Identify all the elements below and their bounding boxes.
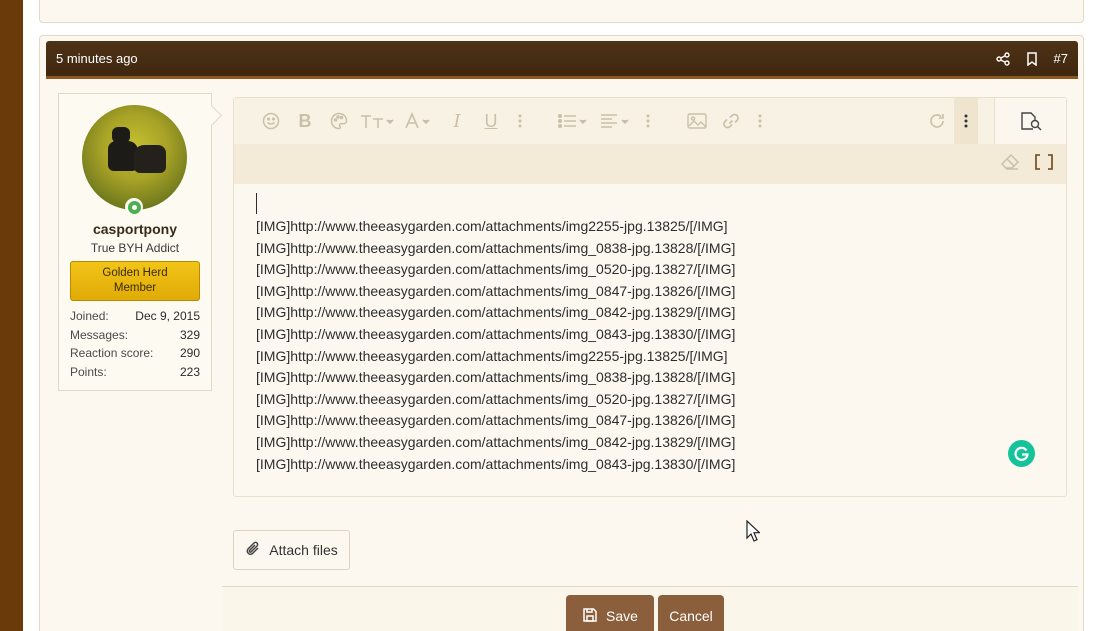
username[interactable]: casportpony — [59, 221, 211, 237]
more-paragraph-options-icon[interactable] — [636, 98, 660, 144]
text-line: [IMG]http://www.theeasygarden.com/attach… — [256, 390, 736, 407]
text-line: [IMG]http://www.theeasygarden.com/attach… — [256, 304, 736, 321]
post-time[interactable]: 5 minutes ago — [56, 51, 996, 66]
more-text-options-icon[interactable] — [508, 98, 532, 144]
italic-icon[interactable]: I — [440, 98, 474, 144]
text-line: [IMG]http://www.theeasygarden.com/attach… — [256, 261, 736, 278]
align-icon[interactable] — [594, 98, 636, 144]
user-card: casportpony True BYH Addict Golden Herd … — [58, 93, 212, 391]
text-line: [IMG]http://www.theeasygarden.com/attach… — [256, 282, 736, 299]
previous-post — [39, 0, 1084, 23]
toggle-bbcode-icon[interactable] — [1034, 153, 1054, 176]
stat-label: Points: — [70, 364, 107, 379]
stat-points: Points: 223 — [70, 363, 200, 382]
stat-value[interactable]: 223 — [180, 365, 200, 379]
font-size-icon[interactable] — [356, 98, 398, 144]
more-options-icon[interactable] — [954, 98, 978, 144]
text-line: [IMG]http://www.theeasygarden.com/attach… — [256, 369, 736, 386]
stat-label: Messages: — [70, 327, 129, 342]
text-line: [IMG]http://www.theeasygarden.com/attach… — [256, 325, 736, 342]
message-textarea[interactable]: [IMG]http://www.theeasygarden.com/attach… — [256, 193, 1036, 475]
text-line: [IMG]http://www.theeasygarden.com/attach… — [256, 218, 728, 234]
stat-reaction-score: Reaction score: 290 — [70, 344, 200, 363]
save-icon — [582, 607, 598, 626]
cancel-label: Cancel — [669, 608, 713, 624]
stat-label: Joined: — [70, 309, 109, 324]
text-caret — [256, 193, 257, 214]
link-icon[interactable] — [714, 98, 748, 144]
cancel-button[interactable]: Cancel — [658, 595, 724, 631]
user-title: True BYH Addict — [90, 241, 180, 255]
stat-label: Reaction score: — [70, 346, 154, 361]
stat-value[interactable]: 329 — [180, 328, 200, 342]
save-button[interactable]: Save — [566, 595, 654, 631]
list-icon[interactable] — [552, 98, 594, 144]
smilie-icon[interactable] — [254, 98, 288, 144]
paperclip-icon — [245, 540, 261, 561]
text-line: [IMG]http://www.theeasygarden.com/attach… — [256, 433, 736, 450]
preview-icon[interactable] — [994, 98, 1066, 144]
user-banner: Golden Herd Member — [70, 261, 200, 301]
image-icon[interactable] — [680, 98, 714, 144]
bold-icon[interactable]: B — [288, 98, 322, 144]
grammarly-icon[interactable] — [1008, 440, 1035, 467]
user-stats: Joined: Dec 9, 2015 Messages: 329 Reacti… — [70, 307, 200, 381]
text-line: [IMG]http://www.theeasygarden.com/attach… — [256, 239, 736, 256]
message-editor: B I U [IMG]http://www.theeasygarden.com/… — [233, 97, 1067, 497]
stat-messages: Messages: 329 — [70, 326, 200, 345]
text-line: [IMG]http://www.theeasygarden.com/attach… — [256, 347, 728, 364]
post-header: 5 minutes ago #7 — [46, 41, 1078, 79]
font-family-icon[interactable] — [398, 98, 440, 144]
attach-files-button[interactable]: Attach files — [233, 530, 350, 570]
post-number[interactable]: #7 — [1054, 51, 1068, 66]
text-color-icon[interactable] — [322, 98, 356, 144]
stat-value: 290 — [179, 346, 200, 361]
more-insert-options-icon[interactable] — [748, 98, 772, 144]
editor-toolbar: B I U — [234, 98, 1066, 144]
left-rail — [0, 0, 23, 631]
underline-icon[interactable]: U — [474, 98, 508, 144]
avatar[interactable] — [82, 105, 187, 210]
stat-joined: Joined: Dec 9, 2015 — [70, 307, 200, 326]
text-line: [IMG]http://www.theeasygarden.com/attach… — [256, 455, 736, 472]
bookmark-icon[interactable] — [1026, 51, 1038, 66]
text-line: [IMG]http://www.theeasygarden.com/attach… — [256, 412, 736, 429]
redo-icon[interactable] — [920, 98, 954, 144]
stat-value: Dec 9, 2015 — [135, 309, 200, 324]
post-7: 5 minutes ago #7 casportpony True BYH Ad… — [39, 35, 1084, 631]
mouse-pointer-icon — [746, 519, 762, 547]
save-label: Save — [606, 608, 638, 624]
remove-format-icon[interactable] — [1000, 153, 1020, 176]
editor-secondary-toolbar — [234, 144, 1066, 184]
share-icon[interactable] — [995, 51, 1010, 66]
online-status-icon — [125, 198, 143, 216]
attach-files-label: Attach files — [269, 542, 338, 558]
